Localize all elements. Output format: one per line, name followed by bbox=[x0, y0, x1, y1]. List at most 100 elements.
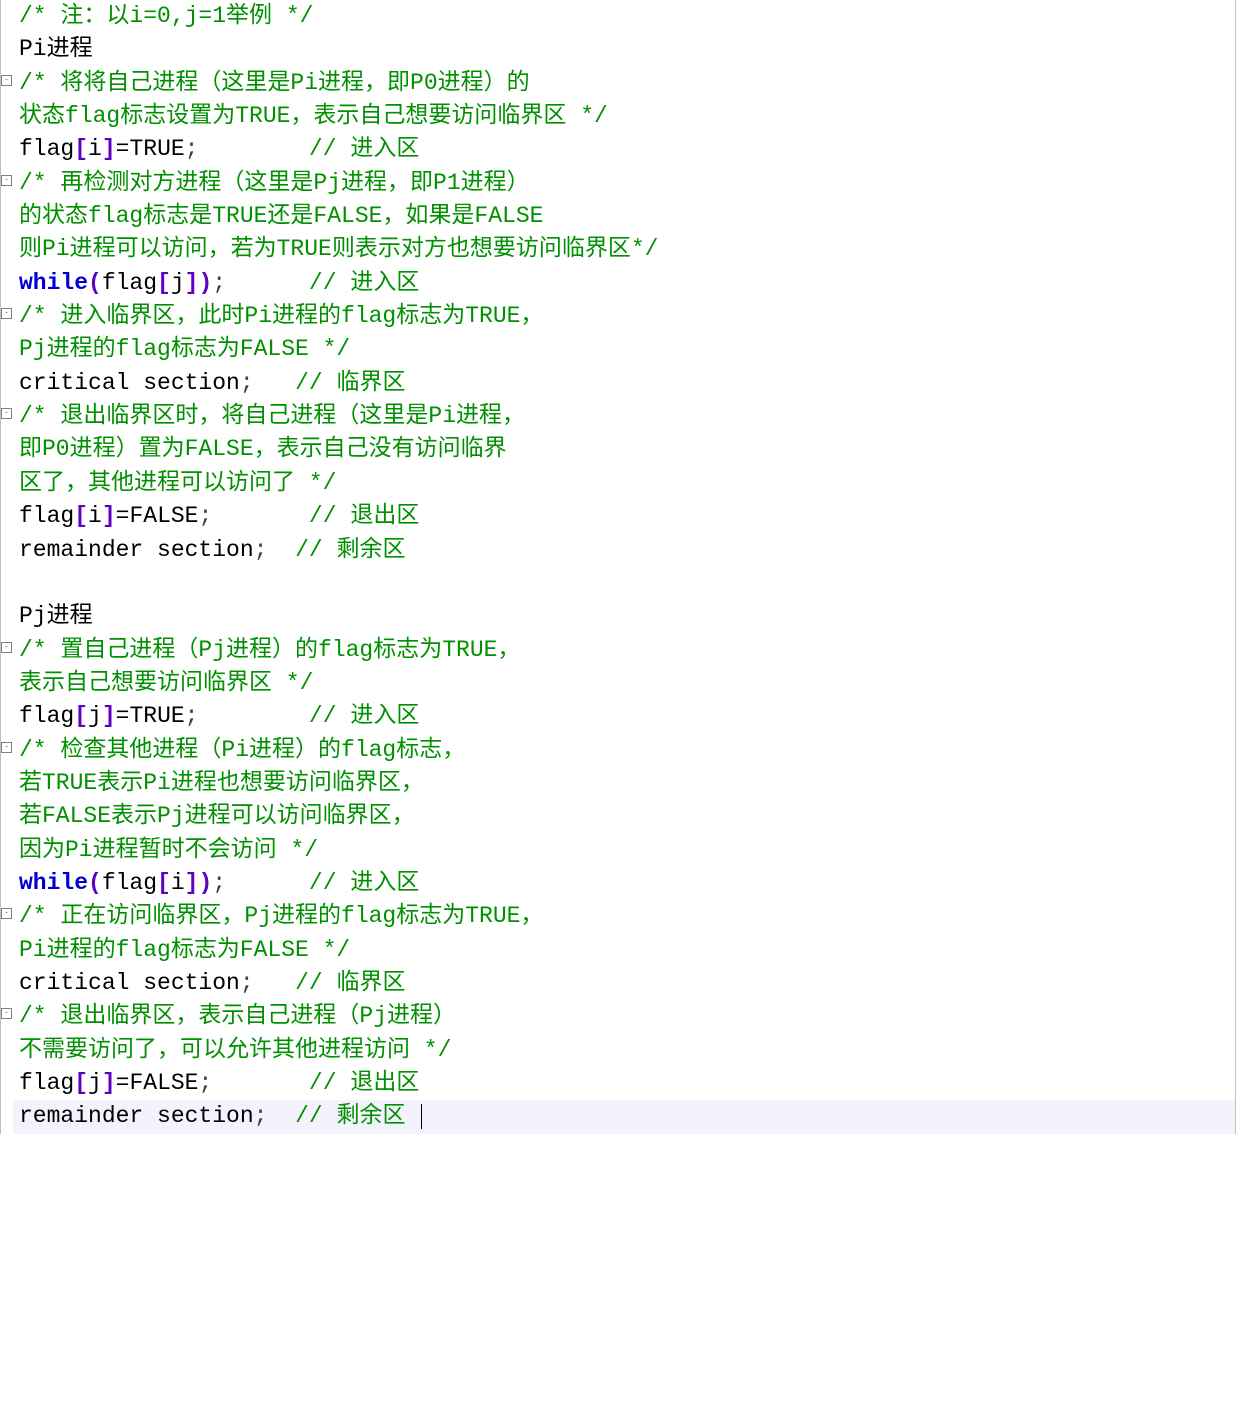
fold-minus-icon[interactable]: - bbox=[1, 1008, 12, 1019]
code-line[interactable]: -/* 退出临界区，表示自己进程（Pj进程） bbox=[13, 1000, 1235, 1033]
code-line[interactable]: Pi进程 bbox=[13, 33, 1235, 66]
code-token-plain bbox=[19, 570, 33, 596]
code-token-comment: // 剩余区 bbox=[295, 1103, 419, 1129]
code-line[interactable]: Pj进程 bbox=[13, 600, 1235, 633]
code-token-comment: 若TRUE表示Pi进程也想要访问临界区， bbox=[19, 770, 424, 796]
code-token-plain: j bbox=[88, 1070, 102, 1096]
code-token-punct: ; bbox=[254, 1103, 268, 1129]
code-token-comment: /* 将将自己进程（这里是Pi进程，即P0进程）的 bbox=[19, 70, 530, 96]
code-line[interactable]: while(flag[i]); // 进入区 bbox=[13, 867, 1235, 900]
code-line[interactable]: 不需要访问了，可以允许其他进程访问 */ bbox=[13, 1034, 1235, 1067]
code-token-comment: // 临界区 bbox=[295, 970, 405, 996]
code-token-punct: ; bbox=[254, 537, 268, 563]
code-line[interactable]: -/* 正在访问临界区，Pj进程的flag标志为TRUE， bbox=[13, 900, 1235, 933]
fold-minus-icon[interactable]: - bbox=[1, 75, 12, 86]
code-token-plain: flag bbox=[19, 503, 74, 529]
text-caret bbox=[421, 1104, 422, 1129]
code-token-bracket: [ bbox=[74, 1070, 88, 1096]
code-line[interactable]: flag[i]=FALSE; // 退出区 bbox=[13, 500, 1235, 533]
code-token-comment: /* 再检测对方进程（这里是Pj进程，即P1进程） bbox=[19, 170, 530, 196]
code-token-comment: /* 置自己进程（Pj进程）的flag标志为TRUE， bbox=[19, 637, 520, 663]
code-token-bracket: ( bbox=[88, 870, 102, 896]
code-line[interactable]: remainder section; // 剩余区 bbox=[13, 534, 1235, 567]
code-line[interactable]: critical section; // 临界区 bbox=[13, 967, 1235, 1000]
code-line[interactable]: -/* 置自己进程（Pj进程）的flag标志为TRUE， bbox=[13, 634, 1235, 667]
code-token-plain bbox=[226, 270, 309, 296]
code-line[interactable]: flag[j]=FALSE; // 退出区 bbox=[13, 1067, 1235, 1100]
code-token-comment: // 退出区 bbox=[309, 503, 419, 529]
code-line[interactable]: Pi进程的flag标志为FALSE */ bbox=[13, 934, 1235, 967]
code-token-comment: 若FALSE表示Pj进程可以访问临界区， bbox=[19, 803, 415, 829]
code-token-comment: // 进入区 bbox=[309, 136, 419, 162]
code-token-bracket: ] bbox=[102, 136, 116, 162]
code-token-plain bbox=[212, 1070, 309, 1096]
code-line[interactable]: 若TRUE表示Pi进程也想要访问临界区， bbox=[13, 767, 1235, 800]
fold-minus-icon[interactable]: - bbox=[1, 908, 12, 919]
fold-minus-icon[interactable]: - bbox=[1, 308, 12, 319]
code-token-plain bbox=[254, 370, 295, 396]
code-line[interactable]: -/* 再检测对方进程（这里是Pj进程，即P1进程） bbox=[13, 167, 1235, 200]
code-line[interactable] bbox=[13, 567, 1235, 600]
code-token-comment: // 退出区 bbox=[309, 1070, 419, 1096]
code-line[interactable]: remainder section; // 剩余区 bbox=[13, 1100, 1235, 1133]
code-token-comment: /* 注：以i=0,j=1举例 */ bbox=[19, 3, 313, 29]
code-line[interactable]: 区了，其他进程可以访问了 */ bbox=[13, 467, 1235, 500]
code-token-comment: /* 进入临界区，此时Pi进程的flag标志为TRUE， bbox=[19, 303, 543, 329]
code-editor[interactable]: /* 注：以i=0,j=1举例 */Pi进程-/* 将将自己进程（这里是Pi进程… bbox=[0, 0, 1236, 1134]
code-token-bracket: ]) bbox=[185, 270, 213, 296]
code-token-plain: flag bbox=[19, 136, 74, 162]
code-token-plain: flag bbox=[19, 1070, 74, 1096]
code-token-plain: i bbox=[171, 870, 185, 896]
code-token-punct: ; bbox=[240, 970, 254, 996]
code-token-comment: 状态flag标志设置为TRUE，表示自己想要访问临界区 */ bbox=[19, 103, 608, 129]
code-token-comment: // 剩余区 bbox=[295, 537, 405, 563]
code-token-plain: critical section bbox=[19, 370, 240, 396]
code-token-plain bbox=[254, 970, 295, 996]
code-token-plain: critical section bbox=[19, 970, 240, 996]
code-token-plain: flag bbox=[102, 870, 157, 896]
code-token-comment: /* 检查其他进程（Pi进程）的flag标志， bbox=[19, 737, 465, 763]
code-line[interactable]: /* 注：以i=0,j=1举例 */ bbox=[13, 0, 1235, 33]
code-line[interactable]: critical section; // 临界区 bbox=[13, 367, 1235, 400]
fold-minus-icon[interactable]: - bbox=[1, 408, 12, 419]
code-line[interactable]: 则Pi进程可以访问，若为TRUE则表示对方也想要访问临界区*/ bbox=[13, 233, 1235, 266]
code-token-bracket: [ bbox=[74, 503, 88, 529]
code-token-keyword: while bbox=[19, 870, 88, 896]
code-line[interactable]: -/* 进入临界区，此时Pi进程的flag标志为TRUE， bbox=[13, 300, 1235, 333]
code-token-comment: /* 正在访问临界区，Pj进程的flag标志为TRUE， bbox=[19, 903, 543, 929]
code-line[interactable]: 若FALSE表示Pj进程可以访问临界区， bbox=[13, 800, 1235, 833]
code-token-bracket: ]) bbox=[185, 870, 213, 896]
code-line[interactable]: while(flag[j]); // 进入区 bbox=[13, 267, 1235, 300]
code-token-comment: 区了，其他进程可以访问了 */ bbox=[19, 470, 336, 496]
code-line[interactable]: 状态flag标志设置为TRUE，表示自己想要访问临界区 */ bbox=[13, 100, 1235, 133]
code-token-punct: ; bbox=[240, 370, 254, 396]
code-line[interactable]: 表示自己想要访问临界区 */ bbox=[13, 667, 1235, 700]
code-line[interactable]: 即P0进程）置为FALSE，表示自己没有访问临界 bbox=[13, 433, 1235, 466]
fold-minus-icon[interactable]: - bbox=[1, 175, 12, 186]
code-line[interactable]: flag[i]=TRUE; // 进入区 bbox=[13, 133, 1235, 166]
code-token-plain: i bbox=[88, 136, 102, 162]
fold-minus-icon[interactable]: - bbox=[1, 742, 12, 753]
code-token-comment: // 进入区 bbox=[309, 870, 419, 896]
code-token-bracket: ] bbox=[102, 703, 116, 729]
code-token-comment: /* 退出临界区时，将自己进程（这里是Pi进程， bbox=[19, 403, 525, 429]
code-line[interactable]: -/* 退出临界区时，将自己进程（这里是Pi进程， bbox=[13, 400, 1235, 433]
code-token-plain: Pi进程 bbox=[19, 36, 93, 62]
code-line[interactable]: flag[j]=TRUE; // 进入区 bbox=[13, 700, 1235, 733]
code-token-plain bbox=[198, 703, 308, 729]
code-token-comment: 的状态flag标志是TRUE还是FALSE，如果是FALSE bbox=[19, 203, 543, 229]
fold-minus-icon[interactable]: - bbox=[1, 642, 12, 653]
code-token-comment: // 进入区 bbox=[309, 270, 419, 296]
code-line[interactable]: 的状态flag标志是TRUE还是FALSE，如果是FALSE bbox=[13, 200, 1235, 233]
code-line[interactable]: 因为Pi进程暂时不会访问 */ bbox=[13, 834, 1235, 867]
code-token-plain: =TRUE bbox=[116, 136, 185, 162]
code-token-keyword: while bbox=[19, 270, 88, 296]
code-token-plain: flag bbox=[19, 703, 74, 729]
code-line[interactable]: -/* 检查其他进程（Pi进程）的flag标志， bbox=[13, 734, 1235, 767]
code-token-punct: ; bbox=[185, 703, 199, 729]
code-line[interactable]: -/* 将将自己进程（这里是Pi进程，即P0进程）的 bbox=[13, 67, 1235, 100]
code-token-comment: /* 退出临界区，表示自己进程（Pj进程） bbox=[19, 1003, 456, 1029]
code-token-punct: ; bbox=[212, 870, 226, 896]
code-token-plain: j bbox=[171, 270, 185, 296]
code-line[interactable]: Pj进程的flag标志为FALSE */ bbox=[13, 333, 1235, 366]
